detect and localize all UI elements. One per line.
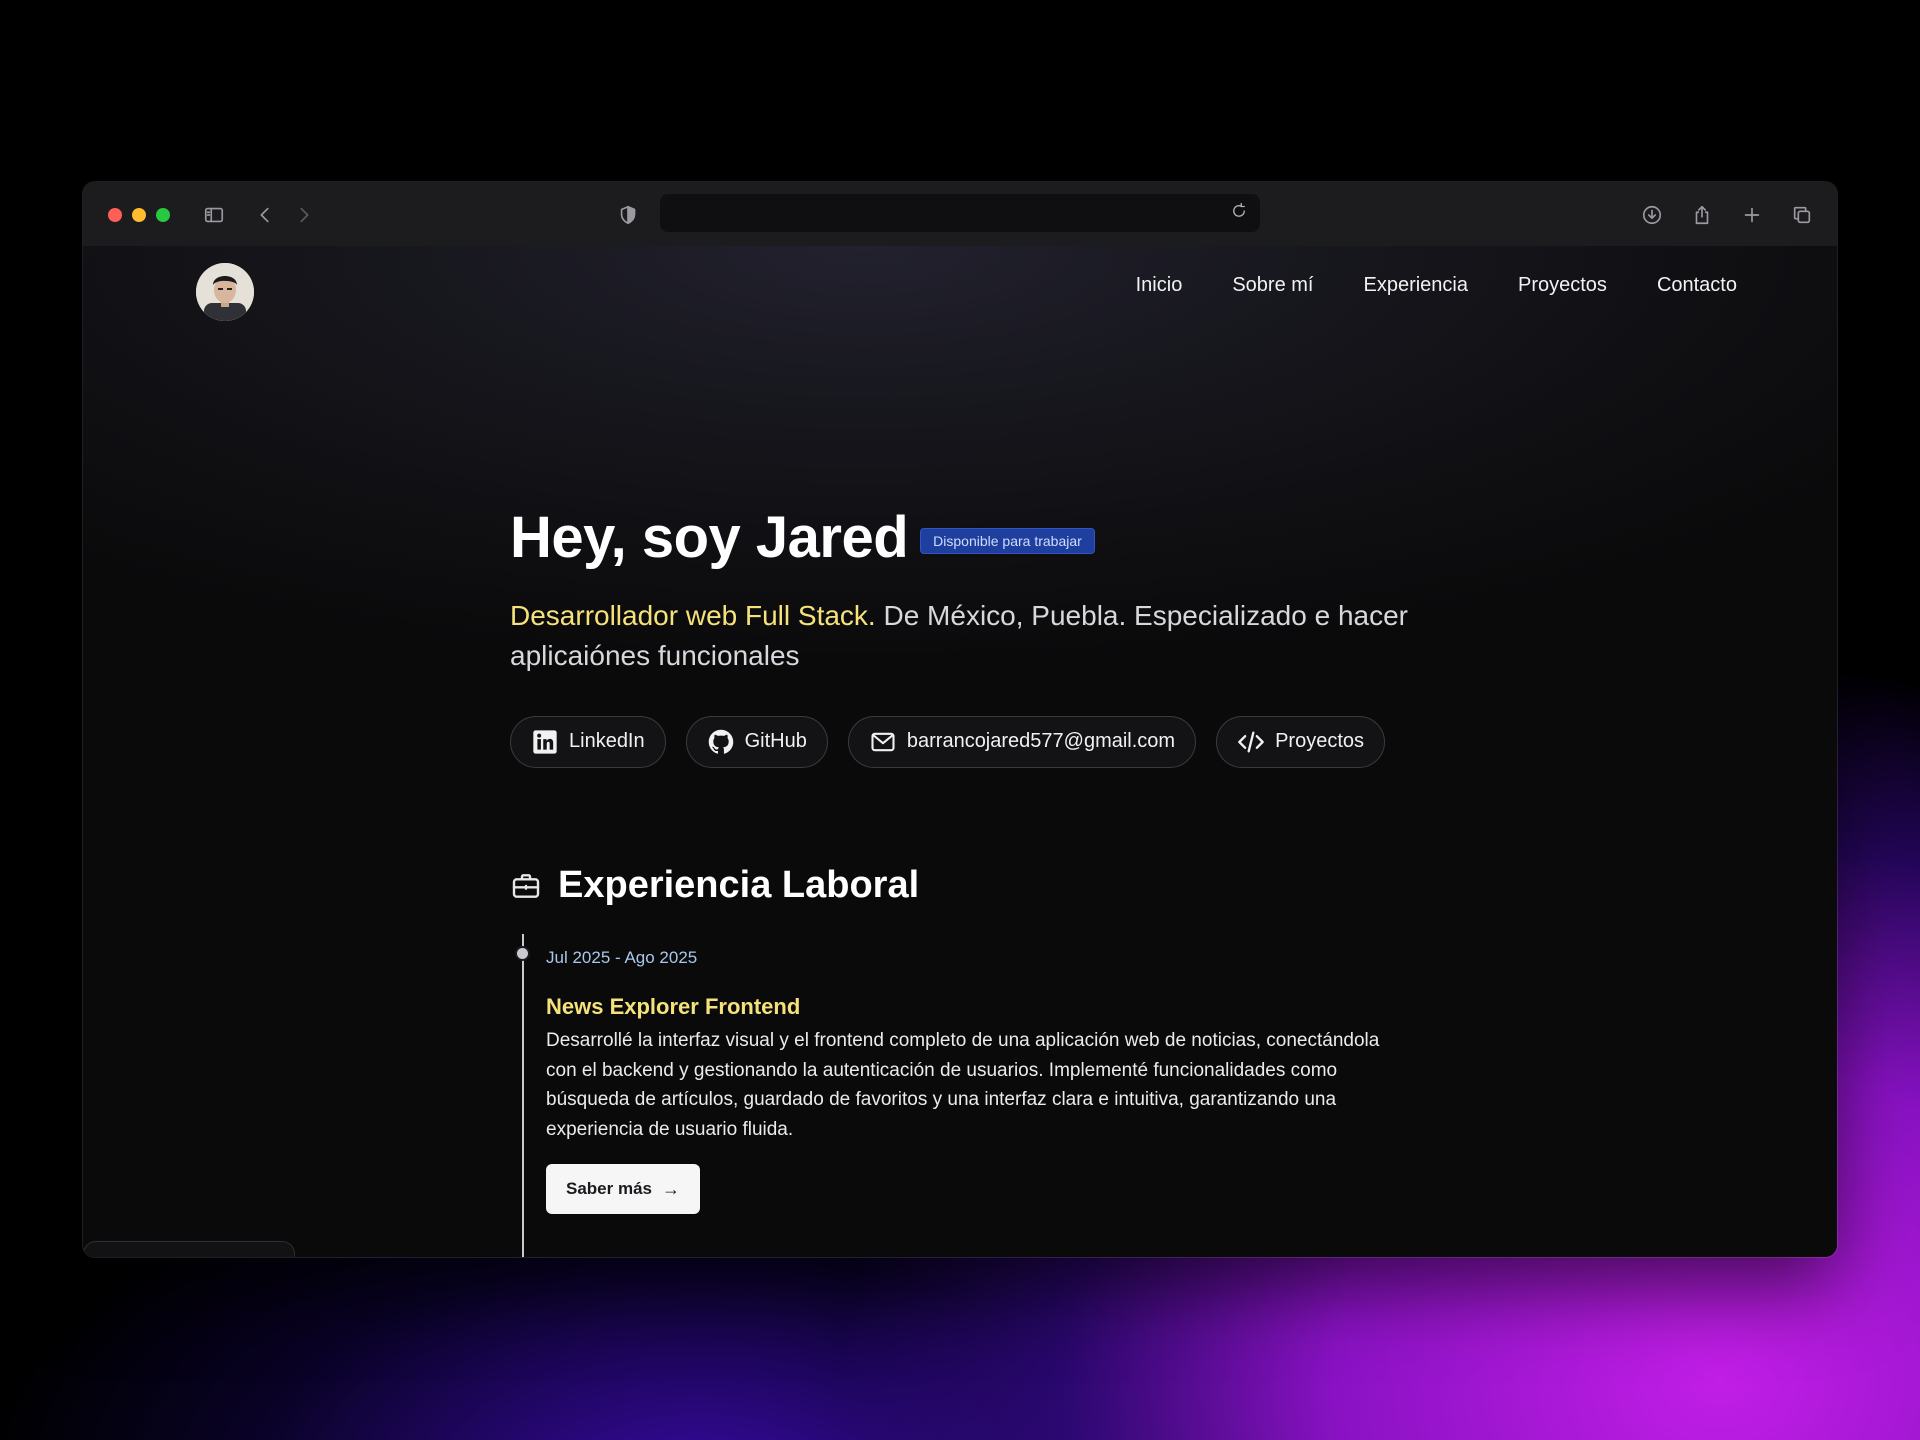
browser-window: Inicio Sobre mí Experiencia Proyectos Co… [83,182,1837,1257]
code-icon [1238,731,1264,753]
reload-icon[interactable] [1230,202,1252,224]
corner-widget[interactable] [83,1241,295,1257]
mail-icon [871,732,895,752]
briefcase-icon [512,873,540,898]
plus-icon[interactable] [1739,202,1765,228]
address-bar[interactable] [660,194,1260,232]
section-title-row: Experiencia Laboral [510,864,1410,907]
chevron-right-icon[interactable] [291,202,317,228]
github-icon [708,729,733,754]
avatar[interactable] [196,263,254,321]
saber-mas-label: Saber más [566,1179,652,1198]
nav-item-inicio[interactable]: Inicio [1136,274,1183,297]
section-title: Experiencia Laboral [558,864,920,906]
experience-description: Desarrollé la interfaz visual y el front… [546,1030,1380,1140]
download-icon[interactable] [1639,202,1665,228]
hero-title-row: Hey, soy Jared Disponible para trabajar [510,506,1410,570]
email-label: barrancojared577@gmail.com [906,730,1176,753]
main-nav: Inicio Sobre mí Experiencia Proyectos Co… [1136,274,1737,297]
linkedin-button[interactable]: LinkedIn [510,715,666,768]
experience-section: Experiencia Laboral Jul 2025 - Ago 2025 … [510,864,1410,1257]
projects-label: Proyectos [1275,730,1365,753]
linkedin-label: LinkedIn [569,730,645,753]
page-content: Inicio Sobre mí Experiencia Proyectos Co… [83,246,1837,1257]
hero-subtitle-accent: Desarrollador web Full Stack. [510,599,876,631]
status-badge: Disponible para trabajar [920,527,1095,554]
close-window-button[interactable] [108,208,122,222]
chevron-left-icon[interactable] [252,202,278,228]
hero-subtitle: Desarrollador web Full Stack. De México,… [510,596,1410,676]
saber-mas-button[interactable]: Saber más → [546,1164,700,1214]
page-title: Hey, soy Jared [510,505,909,570]
arrow-right-icon: → [662,1178,680,1199]
timeline-dot [515,946,530,961]
experience-entry: Jul 2025 - Ago 2025 News Explorer Fronte… [546,948,1406,1214]
hero-section: Hey, soy Jared Disponible para trabajar … [510,506,1410,768]
nav-item-proyectos[interactable]: Proyectos [1518,274,1607,297]
github-label: GitHub [744,730,807,753]
tabs-icon[interactable] [1789,202,1815,228]
email-button[interactable]: barrancojared577@gmail.com [847,715,1197,768]
minimize-window-button[interactable] [132,208,146,222]
nav-item-contacto[interactable]: Contacto [1657,274,1737,297]
social-buttons: LinkedIn GitHub barrancojared577@gmail.c… [510,715,1410,768]
sidebar-icon[interactable] [201,202,227,228]
linkedin-icon [533,730,557,754]
experience-date: Jul 2025 - Ago 2025 [546,948,698,967]
github-button[interactable]: GitHub [685,715,828,768]
share-icon[interactable] [1689,202,1715,228]
projects-button[interactable]: Proyectos [1216,715,1386,768]
shield-icon[interactable] [615,202,641,228]
nav-item-sobre-mi[interactable]: Sobre mí [1232,274,1313,297]
timeline-line [522,934,524,1257]
browser-toolbar [83,182,1837,247]
experience-title: News Explorer Frontend [546,994,801,1019]
maximize-window-button[interactable] [156,208,170,222]
nav-item-experiencia[interactable]: Experiencia [1363,274,1468,297]
